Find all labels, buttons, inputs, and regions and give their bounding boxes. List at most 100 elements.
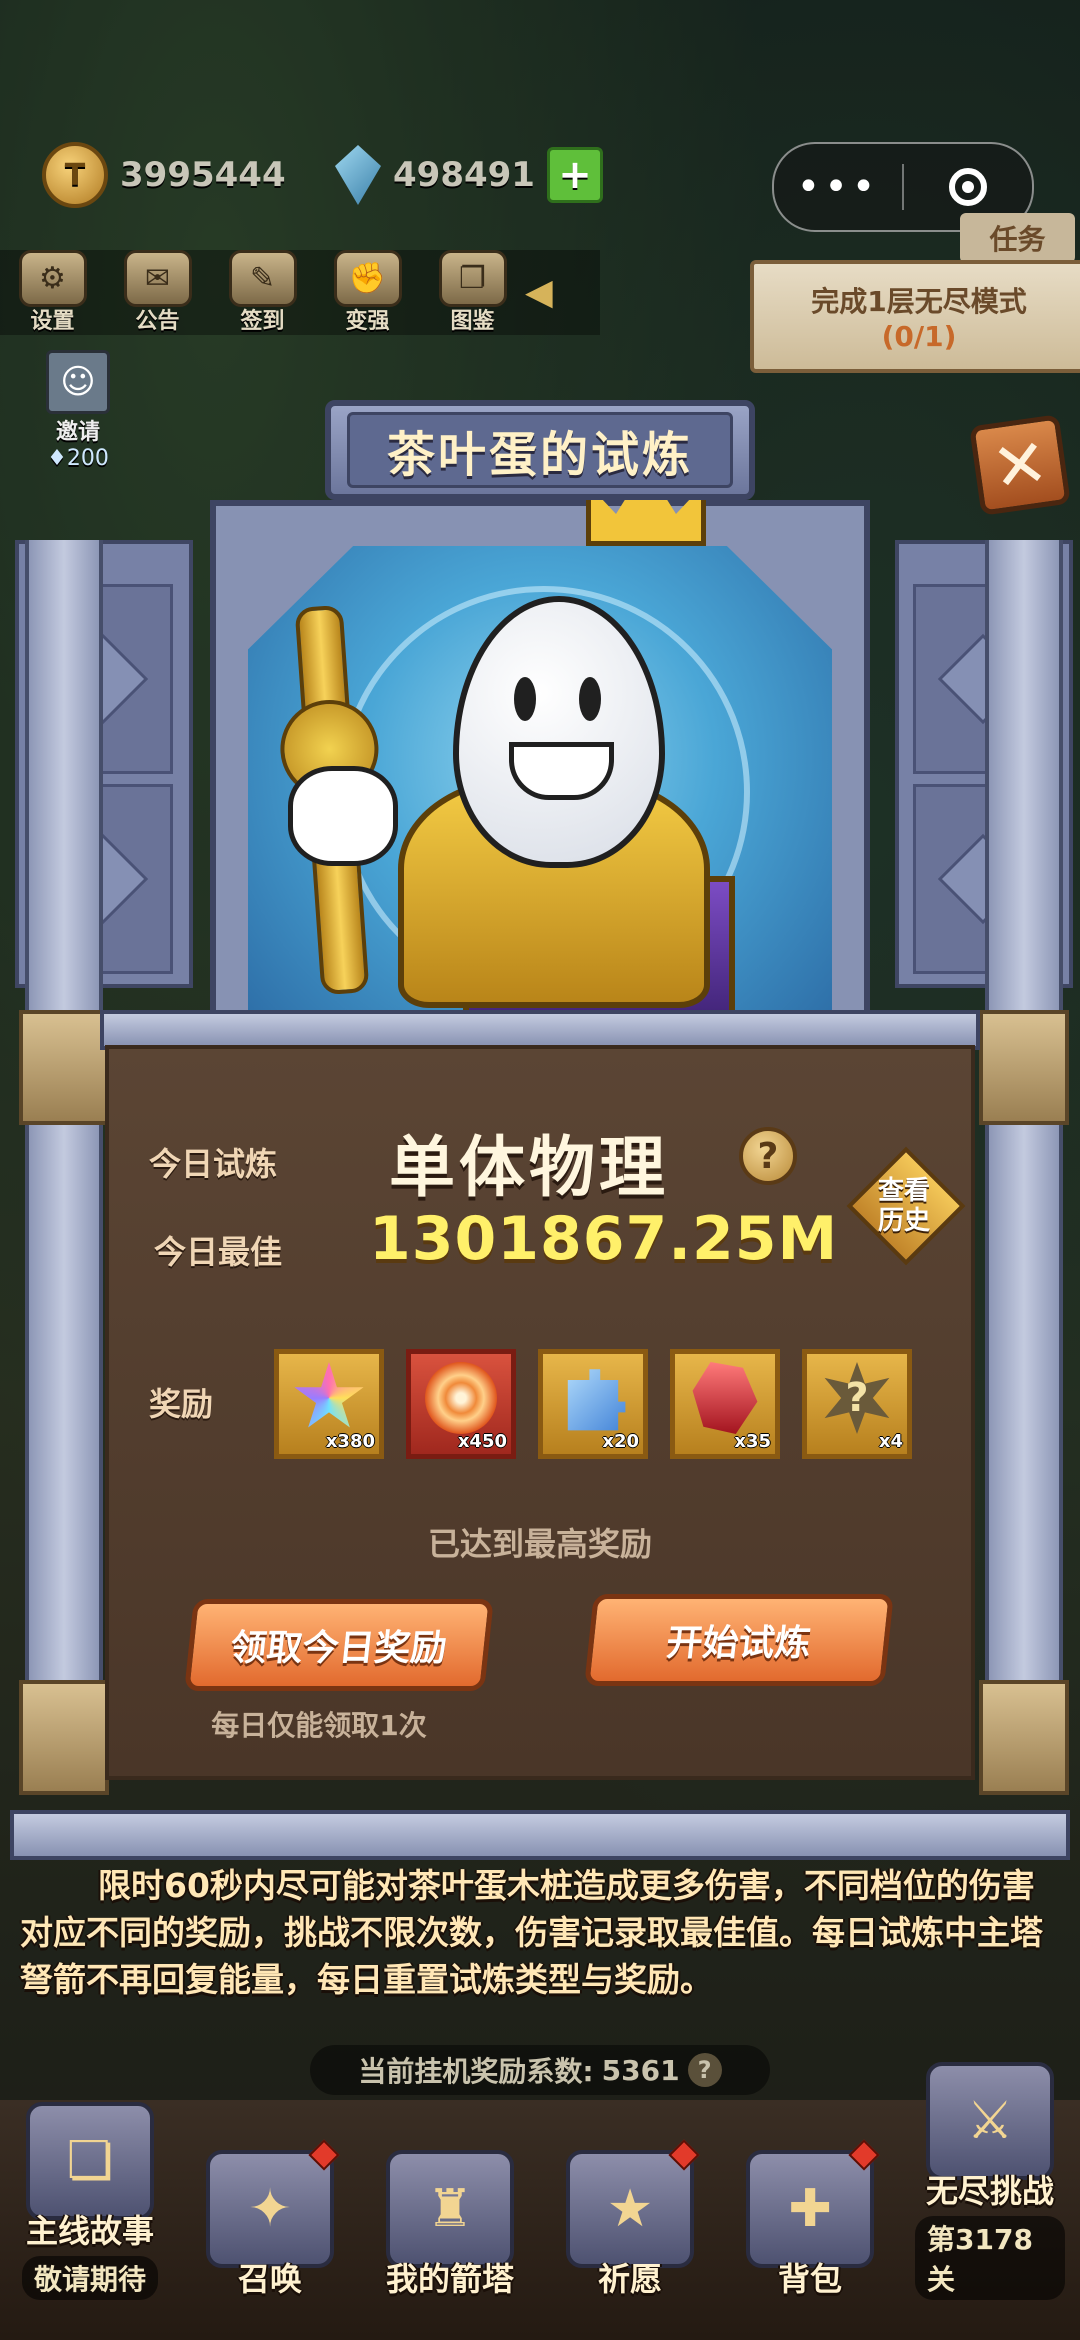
help-button[interactable]: ? xyxy=(739,1127,797,1185)
menu-label: 签到 xyxy=(240,309,285,334)
idle-reward-label: 当前挂机奖励系数: xyxy=(358,2055,594,2088)
top-menu: ⚙ 设置 ✉ 公告 ✎ 签到 ✊ 变强 ❐ 图鉴 ◀ xyxy=(0,250,600,335)
view-history-button[interactable]: 查看 历史 xyxy=(846,1146,966,1266)
rewards-label: 奖励 xyxy=(149,1385,214,1423)
portrait-frame xyxy=(210,466,870,1020)
reward-item[interactable]: x35 xyxy=(670,1349,780,1459)
reward-item[interactable]: x20 xyxy=(538,1349,648,1459)
menu-label: 变强 xyxy=(345,309,390,334)
close-icon: ✕ xyxy=(987,423,1053,507)
collapse-arrow-icon[interactable]: ◀ xyxy=(525,250,555,335)
title-banner: 茶叶蛋的试炼 xyxy=(325,400,755,500)
add-gems-button[interactable]: + xyxy=(546,147,603,203)
claim-reward-button[interactable]: 领取今日奖励 xyxy=(184,1599,494,1691)
task-title: 完成1层无尽模式 xyxy=(811,285,1027,318)
trial-description: 限时60秒内尽可能对茶叶蛋木桩造成更多伤害，不同档位的伤害对应不同的奖励，挑战不… xyxy=(20,1866,1043,1999)
reward-list: x380 x450 x20 x35 ? x4 xyxy=(274,1349,912,1459)
summon-icon: ✦ xyxy=(206,2150,334,2268)
reward-count: x20 xyxy=(602,1431,639,1452)
nav-sublabel: 敬请期待 xyxy=(21,2256,158,2300)
menu-label: 图鉴 xyxy=(450,309,495,334)
history-label: 查看 xyxy=(877,1176,930,1206)
red-rune-icon xyxy=(692,1362,758,1434)
coin-counter: T 3995444 xyxy=(42,140,286,210)
task-tab[interactable]: 任务 xyxy=(960,213,1075,263)
trial-info-panel: 今日试炼 单体物理 ? 查看 历史 今日最佳 1301867.25M 奖励 x38… xyxy=(105,1045,975,1780)
nav-label: 祈愿 xyxy=(597,2260,662,2298)
reward-item[interactable]: x450 xyxy=(406,1349,516,1459)
bottom-ledge xyxy=(10,1810,1070,1860)
gem-amount: 498491 xyxy=(393,155,535,195)
gem-counter: 498491 + xyxy=(335,140,603,210)
mystery-box-icon: ? xyxy=(824,1362,890,1434)
close-program-button[interactable] xyxy=(904,168,1032,206)
menu-item-codex[interactable]: ❐ 图鉴 xyxy=(420,250,525,335)
menu-item-notice[interactable]: ✉ 公告 xyxy=(105,250,210,335)
target-icon xyxy=(949,168,987,206)
coin-amount: 3995444 xyxy=(120,155,286,195)
scroll-icon: ✉ xyxy=(123,250,192,307)
fist-icon xyxy=(288,766,398,866)
left-pillar xyxy=(19,540,109,1795)
menu-item-signin[interactable]: ✎ 签到 xyxy=(210,250,315,335)
menu-item-settings[interactable]: ⚙ 设置 xyxy=(0,250,105,335)
close-button[interactable]: ✕ xyxy=(969,414,1071,516)
max-reward-tip: 已达到最高奖励 xyxy=(427,1525,652,1563)
nav-summon[interactable]: ✦ 召唤 xyxy=(195,2139,345,2300)
start-trial-button[interactable]: 开始试炼 xyxy=(584,1594,894,1686)
nav-sublabel: 第3178关 xyxy=(915,2216,1065,2300)
nav-label: 召唤 xyxy=(237,2260,302,2298)
nav-main-story[interactable]: ❏ 主线故事 敬请期待 xyxy=(15,2102,165,2300)
boss-portrait xyxy=(248,546,832,1016)
quill-icon: ✎ xyxy=(228,250,297,307)
trial-type: 单体物理 xyxy=(389,1129,669,1206)
gear-icon: ⚙ xyxy=(18,250,87,307)
reward-count: x450 xyxy=(457,1431,507,1452)
right-pillar xyxy=(979,540,1069,1795)
storybook-icon: ❏ xyxy=(26,2102,154,2220)
coin-icon: T xyxy=(42,142,108,208)
reward-count: x35 xyxy=(734,1431,771,1452)
reward-item[interactable]: x380 xyxy=(274,1349,384,1459)
today-best-value: 1301867.25M xyxy=(369,1204,839,1274)
today-best-label: 今日最佳 xyxy=(154,1233,283,1271)
menu-label: 公告 xyxy=(135,309,180,334)
nav-endless-challenge[interactable]: ⚔ 无尽挑战 第3178关 xyxy=(915,2062,1065,2300)
gem-icon xyxy=(335,145,381,205)
nav-label: 我的箭塔 xyxy=(385,2260,514,2298)
fist-icon: ✊ xyxy=(333,250,402,307)
swords-icon: ⚔ xyxy=(926,2062,1054,2180)
today-trial-label: 今日试炼 xyxy=(149,1145,278,1183)
trial-modal: 茶叶蛋的试炼 ✕ 今日试炼 单体物理 ? 查看 历史 今日最佳 1301867.2… xyxy=(0,380,1080,1860)
idle-help-button[interactable]: ? xyxy=(687,2053,722,2087)
nav-backpack[interactable]: ✚ 背包 xyxy=(735,2139,885,2300)
nav-my-tower[interactable]: ♜ 我的箭塔 xyxy=(375,2150,525,2300)
reward-item[interactable]: ? x4 xyxy=(802,1349,912,1459)
modal-title: 茶叶蛋的试炼 xyxy=(347,412,733,488)
book-icon: ❐ xyxy=(438,250,507,307)
plus-icon: + xyxy=(558,152,592,198)
nav-label: 主线故事 xyxy=(25,2212,154,2250)
menu-item-powerup[interactable]: ✊ 变强 xyxy=(315,250,420,335)
swirl-candy-icon xyxy=(425,1362,497,1434)
nav-wish[interactable]: ★ 祈愿 xyxy=(555,2139,705,2300)
nav-label: 无尽挑战 xyxy=(925,2172,1054,2210)
task-banner[interactable]: 完成1层无尽模式 (0/1) xyxy=(750,260,1080,373)
claim-note: 每日仅能领取1次 xyxy=(211,1709,427,1742)
idle-reward-bar: 当前挂机奖励系数: 5361 ? xyxy=(310,2045,770,2095)
bottom-nav: ❏ 主线故事 敬请期待 ✦ 召唤 ♜ 我的箭塔 ★ 祈愿 ✚ 背包 ⚔ 无尽挑战… xyxy=(0,2062,1080,2340)
backpack-icon: ✚ xyxy=(746,2150,874,2268)
rainbow-star-icon xyxy=(294,1362,364,1428)
more-menu-button[interactable]: ••• xyxy=(774,164,902,210)
puzzle-piece-icon xyxy=(567,1369,626,1431)
reward-count: x380 xyxy=(325,1431,375,1452)
reward-count: x4 xyxy=(878,1431,903,1452)
history-label: 历史 xyxy=(877,1206,930,1236)
portrait-ledge xyxy=(100,1010,980,1050)
tower-icon: ♜ xyxy=(386,2150,514,2268)
menu-label: 设置 xyxy=(30,309,75,334)
star-icon: ★ xyxy=(566,2150,694,2268)
nav-label: 背包 xyxy=(777,2260,842,2298)
idle-reward-value: 5361 xyxy=(601,2053,680,2087)
task-progress: (0/1) xyxy=(881,320,957,353)
